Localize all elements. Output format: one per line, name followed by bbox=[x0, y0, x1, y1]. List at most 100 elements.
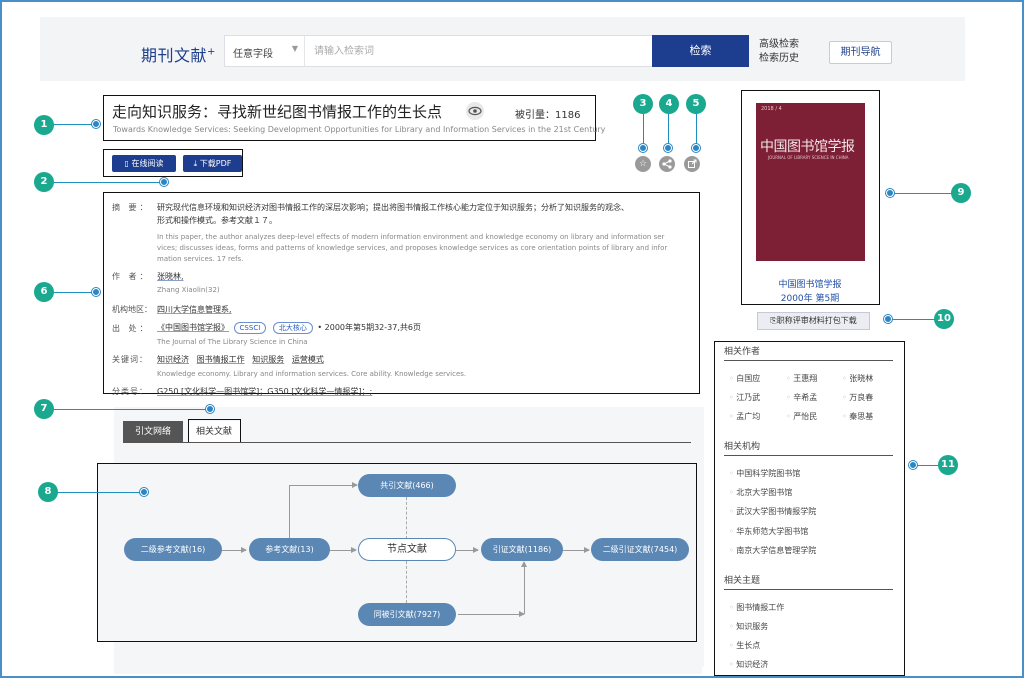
keywords-label: 关键词： bbox=[112, 355, 148, 364]
node-co-cited[interactable]: 共引文献(466) bbox=[358, 474, 456, 497]
callout-line bbox=[643, 114, 644, 148]
callout-line bbox=[696, 114, 697, 148]
related-author-link[interactable]: 白国应 bbox=[729, 373, 760, 384]
author-link[interactable]: 张晓林, bbox=[157, 271, 184, 282]
network-arrow bbox=[330, 547, 357, 553]
search-field-select[interactable]: 任意字段 ▼ bbox=[225, 36, 305, 66]
network-arrow bbox=[289, 482, 358, 488]
article-title: 走向知识服务：寻找新世纪图书情报工作的生长点 bbox=[112, 103, 443, 121]
callout-marker-11: 11 bbox=[938, 455, 958, 475]
related-author-link[interactable]: 江乃武 bbox=[729, 392, 760, 403]
journal-name-link[interactable]: 中国图书馆学报 bbox=[742, 278, 878, 292]
related-author-link[interactable]: 张晓林 bbox=[842, 373, 873, 384]
abstract-en-line: vices; discusses ideas, forms and patter… bbox=[157, 244, 668, 252]
download-pdf-button[interactable]: ⤓ 下载PDF bbox=[183, 155, 242, 172]
related-org-link[interactable]: 南京大学信息管理学院 bbox=[729, 545, 816, 556]
site-logo[interactable]: 期刊文献+ bbox=[141, 42, 216, 66]
callout-line bbox=[52, 292, 96, 293]
callout-dot bbox=[639, 144, 647, 152]
article-title-en: Towards Knowledge Services: Seeking Deve… bbox=[113, 125, 606, 134]
related-authors-heading: 相关作者 bbox=[724, 347, 761, 357]
search-input[interactable] bbox=[306, 36, 651, 66]
callout-dot bbox=[92, 120, 100, 128]
journal-info: 中国图书馆学报 2000年 第5期 bbox=[742, 278, 878, 306]
related-author-link[interactable]: 辛希孟 bbox=[786, 392, 817, 403]
node-co-citing[interactable]: 同被引文献(7927) bbox=[358, 603, 456, 626]
abstract-label: 摘 要： bbox=[112, 203, 151, 212]
related-topic-link[interactable]: 生长点 bbox=[729, 640, 760, 651]
keyword-link[interactable]: 图书情报工作 bbox=[197, 355, 245, 364]
keywords-en: Knowledge economy. Library and informati… bbox=[157, 370, 467, 378]
node-references[interactable]: 参考文献(13) bbox=[249, 538, 330, 561]
related-orgs-heading: 相关机构 bbox=[724, 442, 761, 452]
node-secondary-refs[interactable]: 二级参考文献(16) bbox=[124, 538, 222, 561]
search-links: 高级检索 检索历史 bbox=[759, 38, 799, 66]
read-online-button[interactable]: ▯ 在线阅读 bbox=[112, 155, 176, 172]
callout-marker-7: 7 bbox=[34, 399, 54, 419]
author-label: 作 者： bbox=[112, 272, 151, 281]
callout-dot bbox=[664, 144, 672, 152]
search-button[interactable]: 检索 bbox=[652, 35, 749, 67]
related-divider bbox=[724, 455, 893, 456]
callout-line bbox=[888, 319, 936, 320]
tab-citation-network[interactable]: 引文网络 bbox=[123, 421, 183, 443]
callout-line bbox=[668, 114, 669, 148]
tab-divider bbox=[123, 442, 691, 443]
keyword-link[interactable]: 知识服务 bbox=[252, 355, 284, 364]
related-topic-link[interactable]: 知识经济 bbox=[729, 659, 768, 670]
callout-line bbox=[890, 193, 952, 194]
network-arrowhead bbox=[521, 561, 527, 567]
callout-marker-3: 3 bbox=[633, 94, 653, 114]
related-topics-heading: 相关主题 bbox=[724, 576, 761, 586]
callout-dot bbox=[140, 488, 148, 496]
related-author-link[interactable]: 万良春 bbox=[842, 392, 873, 403]
eye-icon[interactable] bbox=[466, 102, 484, 120]
related-org-link[interactable]: 武汉大学图书情报学院 bbox=[729, 506, 816, 517]
share-icon[interactable] bbox=[659, 156, 675, 172]
network-connector bbox=[524, 563, 525, 614]
callout-marker-1: 1 bbox=[34, 115, 54, 135]
source-label: 出 处： bbox=[112, 324, 151, 333]
chevron-down-icon: ▼ bbox=[291, 44, 298, 53]
source-journal-link[interactable]: 《中国图书馆学报》 bbox=[157, 323, 229, 332]
node-secondary-citing[interactable]: 二级引证文献(7454) bbox=[591, 538, 689, 561]
external-link-icon[interactable] bbox=[684, 156, 700, 172]
related-author-link[interactable]: 秦思基 bbox=[842, 411, 873, 422]
callout-marker-8: 8 bbox=[38, 482, 58, 502]
node-current-doc[interactable]: 节点文献 bbox=[358, 538, 456, 561]
callout-marker-5: 5 bbox=[686, 94, 706, 114]
callout-dot bbox=[692, 144, 700, 152]
favorite-star-icon[interactable]: ☆ bbox=[635, 156, 651, 172]
search-history-link[interactable]: 检索历史 bbox=[759, 52, 799, 66]
related-topic-link[interactable]: 知识服务 bbox=[729, 621, 768, 632]
related-org-link[interactable]: 华东师范大学图书馆 bbox=[729, 526, 808, 537]
callout-dot bbox=[909, 461, 917, 469]
callout-dot bbox=[92, 288, 100, 296]
advanced-search-link[interactable]: 高级检索 bbox=[759, 38, 799, 52]
callout-dot bbox=[886, 189, 894, 197]
journal-issue-link[interactable]: 2000年 第5期 bbox=[742, 292, 878, 306]
callout-line bbox=[52, 492, 144, 493]
panel-footer bbox=[114, 662, 702, 674]
search-box: 任意字段 ▼ bbox=[224, 35, 652, 67]
keyword-link[interactable]: 知识经济 bbox=[157, 355, 189, 364]
journal-nav-button[interactable]: 期刊导航 bbox=[829, 41, 892, 64]
cssci-badge: CSSCI bbox=[233, 322, 267, 334]
abstract-cn-line: 形式和操作模式。参考文献１７。 bbox=[157, 216, 277, 225]
abstract-en-line: mation services. 17 refs. bbox=[157, 255, 244, 263]
related-author-link[interactable]: 孟广均 bbox=[729, 411, 760, 422]
related-topic-link[interactable]: 图书情报工作 bbox=[729, 602, 784, 613]
callout-line bbox=[52, 124, 96, 125]
related-author-link[interactable]: 严怡民 bbox=[786, 411, 817, 422]
node-citing[interactable]: 引证文献(1186) bbox=[481, 538, 563, 561]
journal-cover[interactable]: 2018 / 4 中国图书馆学报 JOURNAL OF LIBRARY SCIE… bbox=[756, 103, 865, 261]
class-value[interactable]: G250 [文化科学—图书馆学]；G350 [文化科学—情报学]；; bbox=[157, 386, 372, 397]
org-link[interactable]: 四川大学信息管理系, bbox=[157, 304, 232, 315]
abstract-cn-line: 研究现代信息环境和知识经济对图书情报工作的深层次影响；提出将图书情报工作核心能力… bbox=[157, 203, 629, 212]
related-org-link[interactable]: 北京大学图书馆 bbox=[729, 487, 792, 498]
eval-download-button[interactable]: ⎘职称评审材料打包下载 bbox=[757, 312, 870, 330]
related-author-link[interactable]: 王惠翔 bbox=[786, 373, 817, 384]
related-org-link[interactable]: 中国科学院图书馆 bbox=[729, 468, 800, 479]
keyword-link[interactable]: 运营模式 bbox=[292, 355, 324, 364]
callout-marker-10: 10 bbox=[934, 309, 954, 329]
